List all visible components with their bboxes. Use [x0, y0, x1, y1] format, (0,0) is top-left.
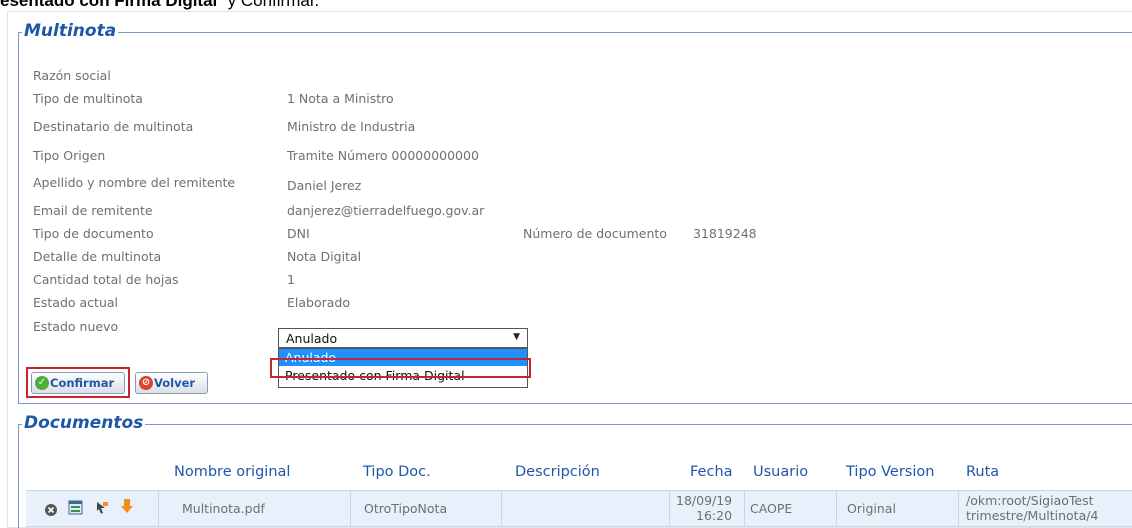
label-tipo-origen: Tipo Origen	[33, 148, 106, 163]
multinota-section: Multinota	[18, 21, 1132, 404]
cell-tipo-version: Original	[847, 501, 896, 516]
label-numero-documento: Número de documento	[523, 226, 667, 241]
label-tipo-documento: Tipo de documento	[33, 226, 154, 241]
cancel-icon: ⊘	[139, 376, 153, 390]
label-tipo-multinota: Tipo de multinota	[33, 91, 143, 106]
estado-nuevo-select[interactable]: Anulado ▼	[278, 328, 528, 348]
col-descripcion[interactable]: Descripción	[515, 464, 600, 480]
cell-usuario: CAOPE	[750, 501, 793, 516]
col-fecha[interactable]: Fecha	[690, 464, 733, 480]
delete-icon[interactable]	[44, 503, 58, 517]
multinota-legend: Multinota	[22, 21, 119, 41]
col-usuario[interactable]: Usuario	[753, 464, 808, 480]
label-detalle: Detalle de multinota	[33, 249, 162, 264]
highlight-confirmar-button	[26, 367, 130, 398]
label-estado-nuevo: Estado nuevo	[33, 319, 119, 334]
label-destinatario: Destinatario de multinota	[33, 119, 194, 134]
move-icon[interactable]	[94, 500, 109, 515]
cell-divider	[350, 491, 351, 526]
value-cantidad-hojas: 1	[287, 272, 295, 287]
cell-tipo-doc: OtroTipoNota	[364, 501, 448, 516]
col-nombre-original[interactable]: Nombre original	[174, 464, 290, 480]
cell-fecha-time: 16:20	[696, 508, 733, 523]
volver-button[interactable]: ⊘ Volver	[135, 372, 208, 394]
cell-divider	[958, 491, 959, 526]
highlight-presentado-option	[270, 358, 531, 378]
value-email: danjerez@tierradelfuego.gov.ar	[287, 203, 485, 218]
value-detalle: Nota Digital	[287, 249, 362, 264]
col-tipo-doc[interactable]: Tipo Doc.	[363, 464, 431, 480]
cell-divider	[158, 491, 159, 526]
download-icon[interactable]	[120, 498, 134, 515]
cell-ruta-line2: trimestre/Multinota/4	[966, 508, 1099, 523]
table-row[interactable]: Multinota.pdf OtroTipoNota 18/09/19 16:2…	[26, 490, 1132, 527]
label-email: Email de remitente	[33, 203, 153, 218]
value-numero-documento: 31819248	[693, 226, 757, 241]
estado-nuevo-selected: Anulado	[286, 331, 338, 346]
value-estado-actual: Elaborado	[287, 295, 350, 310]
value-remitente: Daniel Jerez	[287, 178, 362, 193]
value-tipo-origen: Tramite Número 00000000000	[287, 148, 479, 163]
label-cantidad-hojas: Cantidad total de hojas	[33, 272, 179, 287]
cell-fecha-date: 18/09/19	[676, 493, 733, 508]
value-tipo-multinota: 1 Nota a Ministro	[287, 91, 394, 106]
caption-bold: esentado con Firma Digital	[0, 0, 218, 10]
cell-divider	[836, 491, 837, 526]
window-icon[interactable]	[68, 500, 83, 515]
dropdown-arrow-icon: ▼	[513, 332, 520, 342]
label-remitente: Apellido y nombre del remitente	[33, 175, 236, 190]
caption-tail: ” y Confirmar.	[217, 0, 320, 10]
label-estado-actual: Estado actual	[33, 295, 119, 310]
instruction-caption: esentado con Firma Digital” y Confirmar.	[0, 0, 319, 11]
label-razon-social: Razón social	[33, 68, 111, 83]
value-destinatario: Ministro de Industria	[287, 119, 416, 134]
cell-divider	[744, 491, 745, 526]
documentos-legend: Documentos	[22, 413, 146, 433]
cell-nombre[interactable]: Multinota.pdf	[182, 501, 265, 516]
value-tipo-documento: DNI	[287, 226, 310, 241]
col-ruta[interactable]: Ruta	[966, 464, 999, 480]
volver-label: Volver	[154, 376, 196, 390]
cell-divider	[501, 491, 502, 526]
app-window: Multinota Razón social Tipo de multinota…	[8, 12, 1132, 528]
cell-divider	[669, 491, 670, 526]
col-tipo-version[interactable]: Tipo Version	[846, 464, 934, 480]
cell-ruta-line1: /okm:root/SigiaoTest	[966, 493, 1094, 508]
